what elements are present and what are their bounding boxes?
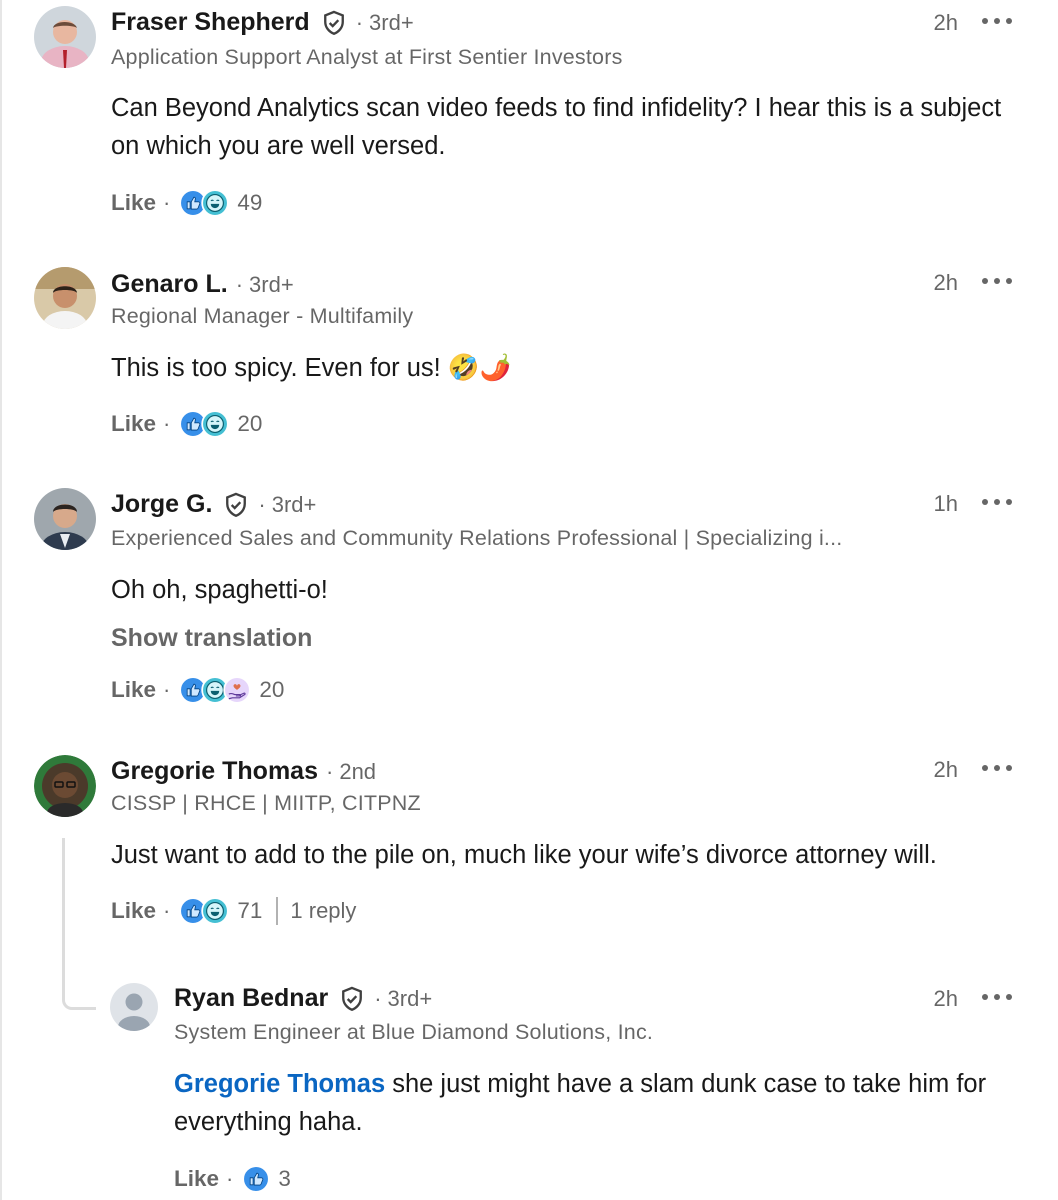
avatar[interactable] — [34, 6, 96, 68]
author-row: Fraser Shepherd · 3rd+ — [111, 8, 414, 37]
reaction-count[interactable]: 20 — [259, 677, 284, 703]
reactions-summary[interactable] — [179, 189, 223, 217]
separator-dot: · — [235, 271, 244, 297]
timestamp: 2h — [933, 986, 958, 1011]
comment-text: Can Beyond Analytics scan video feeds to… — [111, 94, 1002, 160]
timestamp: 2h — [933, 757, 958, 782]
verified-shield-icon — [320, 9, 348, 37]
reaction-count[interactable]: 49 — [237, 190, 262, 216]
comment-actions: Like · 3 — [174, 1165, 291, 1193]
more-options-icon[interactable] — [982, 16, 1012, 26]
funny-reaction-icon — [201, 897, 229, 925]
degree-label: 3rd+ — [369, 9, 414, 35]
reply-text: Gregorie Thomas she just might have a sl… — [174, 1065, 1014, 1141]
reaction-count[interactable]: 20 — [237, 411, 262, 437]
replies-link[interactable]: 1 reply — [290, 898, 356, 924]
comment-actions: Like · 20 — [111, 410, 262, 438]
avatar[interactable] — [34, 755, 96, 817]
comment-text: Oh oh, spaghetti-o! — [111, 576, 328, 604]
connection-degree: · 3rd+ — [236, 272, 294, 298]
separator-dot: · — [226, 1166, 234, 1191]
separator-dot: · — [355, 9, 364, 35]
timestamp: 2h — [933, 270, 958, 295]
like-button[interactable]: Like — [111, 677, 156, 703]
more-options-icon[interactable] — [982, 276, 1012, 286]
show-translation-button[interactable]: Show translation — [111, 624, 312, 653]
more-options-icon[interactable] — [982, 497, 1012, 507]
avatar[interactable] — [34, 488, 96, 550]
mention-link[interactable]: Gregorie Thomas — [174, 1070, 385, 1098]
author-row: Ryan Bednar · 3rd+ — [174, 984, 432, 1013]
comment-actions: Like · 49 — [111, 189, 262, 217]
comment-text: Just want to add to the pile on, much li… — [111, 841, 937, 869]
reactions-summary[interactable] — [242, 1165, 264, 1193]
author-row: Gregorie Thomas · 2nd — [111, 757, 376, 786]
support-reaction-icon — [223, 676, 251, 704]
separator-dot: · — [374, 985, 382, 1011]
timestamp: 1h — [933, 491, 958, 516]
reply-thread-line — [62, 838, 96, 1010]
like-button[interactable]: Like — [111, 411, 156, 437]
funny-reaction-icon — [201, 189, 229, 217]
avatar[interactable] — [110, 983, 158, 1031]
avatar[interactable] — [34, 267, 96, 329]
more-options-icon[interactable] — [982, 992, 1012, 1002]
connection-degree: · 2nd — [326, 759, 376, 785]
degree-label: 2nd — [339, 758, 377, 784]
connection-degree: · 3rd+ — [374, 986, 432, 1012]
author-headline: Experienced Sales and Community Relation… — [111, 526, 843, 550]
like-button[interactable]: Like — [111, 190, 156, 216]
author-headline: CISSP | RHCE | MIITP, CITPNZ — [111, 791, 421, 815]
author-name[interactable]: Fraser Shepherd — [111, 8, 310, 37]
degree-label: 3rd+ — [387, 985, 433, 1011]
timestamp: 2h — [933, 10, 958, 35]
author-name[interactable]: Ryan Bednar — [174, 984, 328, 1013]
connection-degree: · 3rd+ — [356, 10, 414, 36]
author-row: Genaro L. · 3rd+ — [111, 270, 294, 299]
degree-label: 3rd+ — [271, 491, 317, 517]
separator-dot: · — [163, 898, 171, 923]
more-options-icon[interactable] — [982, 763, 1012, 773]
reactions-summary[interactable] — [179, 410, 223, 438]
reaction-count[interactable]: 71 — [237, 898, 262, 924]
like-reaction-icon — [242, 1165, 270, 1193]
funny-reaction-icon — [201, 410, 229, 438]
author-name[interactable]: Genaro L. — [111, 270, 228, 299]
comment-text: This is too spicy. Even for us! 🤣🌶️ — [111, 354, 512, 382]
comment-actions: Like · 20 — [111, 676, 284, 704]
verified-shield-icon — [222, 491, 250, 519]
separator-dot: · — [163, 677, 171, 702]
reactions-summary[interactable] — [179, 676, 245, 704]
reactions-summary[interactable] — [179, 897, 223, 925]
author-headline: Regional Manager - Multifamily — [111, 304, 414, 328]
separator-dot: · — [326, 758, 334, 784]
comment-actions: Like · 71 1 reply — [111, 897, 356, 925]
verified-shield-icon — [338, 985, 366, 1013]
divider — [276, 897, 279, 925]
author-row: Jorge G. · 3rd+ — [111, 490, 316, 519]
left-border — [0, 0, 2, 1200]
connection-degree: · 3rd+ — [258, 492, 316, 518]
like-button[interactable]: Like — [111, 898, 156, 924]
separator-dot: · — [163, 411, 171, 436]
author-name[interactable]: Gregorie Thomas — [111, 757, 318, 786]
author-headline: System Engineer at Blue Diamond Solution… — [174, 1020, 654, 1044]
separator-dot: · — [163, 190, 171, 215]
author-name[interactable]: Jorge G. — [111, 490, 212, 519]
author-headline: Application Support Analyst at First Sen… — [111, 45, 623, 69]
reaction-count[interactable]: 3 — [278, 1166, 291, 1192]
separator-dot: · — [258, 491, 266, 517]
like-button[interactable]: Like — [174, 1166, 219, 1192]
degree-label: 3rd+ — [249, 271, 294, 297]
